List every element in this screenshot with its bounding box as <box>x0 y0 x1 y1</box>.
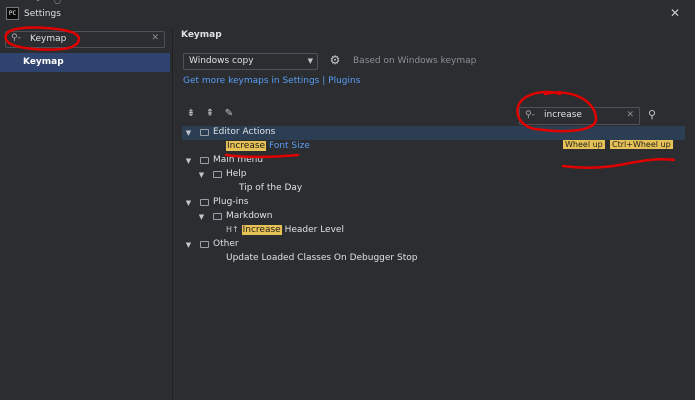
keymap-panel: Keymap Windows copy ▼ ⚙ Based on Windows… <box>173 28 695 400</box>
chevron-down-icon: ▼ <box>198 213 205 221</box>
settings-sidebar: ⚲- Keymap ✕ Keymap <box>0 28 172 400</box>
chevron-down-icon: ▼ <box>185 199 192 207</box>
based-on-text: Based on Windows keymap <box>353 56 477 66</box>
folder-icon <box>213 171 222 178</box>
tree-row-increase-font-size[interactable]: Increase Font Size Wheel up Ctrl+Wheel u… <box>182 140 685 154</box>
tree-label: Help <box>226 169 247 179</box>
shortcut-badge: Wheel up <box>563 140 605 149</box>
tree-row-main-menu[interactable]: ▼ Main menu <box>182 154 685 168</box>
tree-row-plug-ins[interactable]: ▼ Plug-ins <box>182 196 685 210</box>
refresh-icon[interactable]: ○ <box>54 0 64 5</box>
tree-row-help[interactable]: ▼ Help <box>182 168 685 182</box>
collapse-all-icon[interactable]: ⇞ <box>204 108 216 120</box>
window-title: Settings <box>24 9 61 19</box>
back-icon[interactable]: ↶ <box>36 0 46 5</box>
keymap-tree[interactable]: ▼ Editor Actions Increase Font Size Whee… <box>182 126 685 400</box>
find-shortcut-icon[interactable]: ⚲ <box>645 108 659 122</box>
tree-label: Editor Actions <box>213 127 276 137</box>
folder-icon <box>200 129 209 136</box>
search-icon: ⚲- <box>11 33 21 43</box>
title-bar: PC Settings ↶ ○ ✕ <box>0 0 695 28</box>
sidebar-item-label: Keymap <box>23 57 64 67</box>
close-icon: ✕ <box>669 6 681 20</box>
sidebar-search-value: Keymap <box>30 34 67 44</box>
search-icon: ⚲- <box>525 110 535 120</box>
shortcut-badge: Ctrl+Wheel up <box>610 140 673 149</box>
edit-icon[interactable]: ✎ <box>223 108 235 120</box>
link-separator: | <box>322 76 326 86</box>
search-highlight: Increase <box>226 141 267 151</box>
tree-row-increase-header-level[interactable]: H↑ Increase Header Level <box>182 224 685 238</box>
tree-label: Tip of the Day <box>239 183 303 193</box>
tree-label: H↑ Increase Header Level <box>226 225 344 235</box>
tree-label: Increase Font Size <box>226 141 310 151</box>
clear-icon[interactable]: ✕ <box>626 110 634 120</box>
tree-label: Main menu <box>213 155 264 165</box>
chevron-down-icon: ▼ <box>185 129 192 137</box>
more-keymaps-links: Get more keymaps in Settings | Plugins <box>183 76 360 86</box>
folder-icon <box>200 157 209 164</box>
tree-label-rest: Font Size <box>268 141 310 151</box>
chevron-down-icon: ▼ <box>185 241 192 249</box>
chevron-down-icon: ▼ <box>185 157 192 165</box>
tree-label-rest: Header Level <box>284 225 344 235</box>
expand-all-icon[interactable]: ⇟ <box>185 108 197 120</box>
keymap-search-input[interactable]: ⚲- increase ✕ <box>519 107 640 125</box>
tree-label: Update Loaded Classes On Debugger Stop <box>226 253 418 263</box>
close-button[interactable]: ✕ <box>668 6 682 20</box>
tree-row-markdown[interactable]: ▼ Markdown <box>182 210 685 224</box>
tree-row-other[interactable]: ▼ Other <box>182 238 685 252</box>
sidebar-search-input[interactable]: ⚲- Keymap ✕ <box>5 31 165 48</box>
tree-row-tip-of-the-day[interactable]: Tip of the Day <box>182 182 685 196</box>
page-title: Keymap <box>181 30 222 40</box>
keymap-select-value: Windows copy <box>189 56 254 66</box>
keymap-search-value: increase <box>544 110 582 120</box>
folder-icon <box>200 199 209 206</box>
folder-icon <box>213 213 222 220</box>
chevron-down-icon: ▼ <box>307 57 313 65</box>
header-level-icon: H↑ <box>226 225 239 234</box>
clear-icon[interactable]: ✕ <box>151 33 159 43</box>
gear-icon[interactable]: ⚙ <box>328 53 342 67</box>
chevron-down-icon: ▼ <box>198 171 205 179</box>
tree-row-update-loaded-classes[interactable]: Update Loaded Classes On Debugger Stop <box>182 252 685 266</box>
app-icon: PC <box>6 7 19 20</box>
tree-label: Plug-ins <box>213 197 249 207</box>
tree-label: Other <box>213 239 239 249</box>
settings-link[interactable]: Get more keymaps in Settings <box>183 76 319 86</box>
sidebar-item-keymap[interactable]: Keymap <box>0 53 170 72</box>
tree-label: Markdown <box>226 211 273 221</box>
folder-icon <box>200 241 209 248</box>
tree-row-editor-actions[interactable]: ▼ Editor Actions <box>182 126 685 140</box>
search-highlight: Increase <box>241 225 282 235</box>
plugins-link[interactable]: Plugins <box>328 76 360 86</box>
keymap-select[interactable]: Windows copy ▼ <box>183 53 318 70</box>
